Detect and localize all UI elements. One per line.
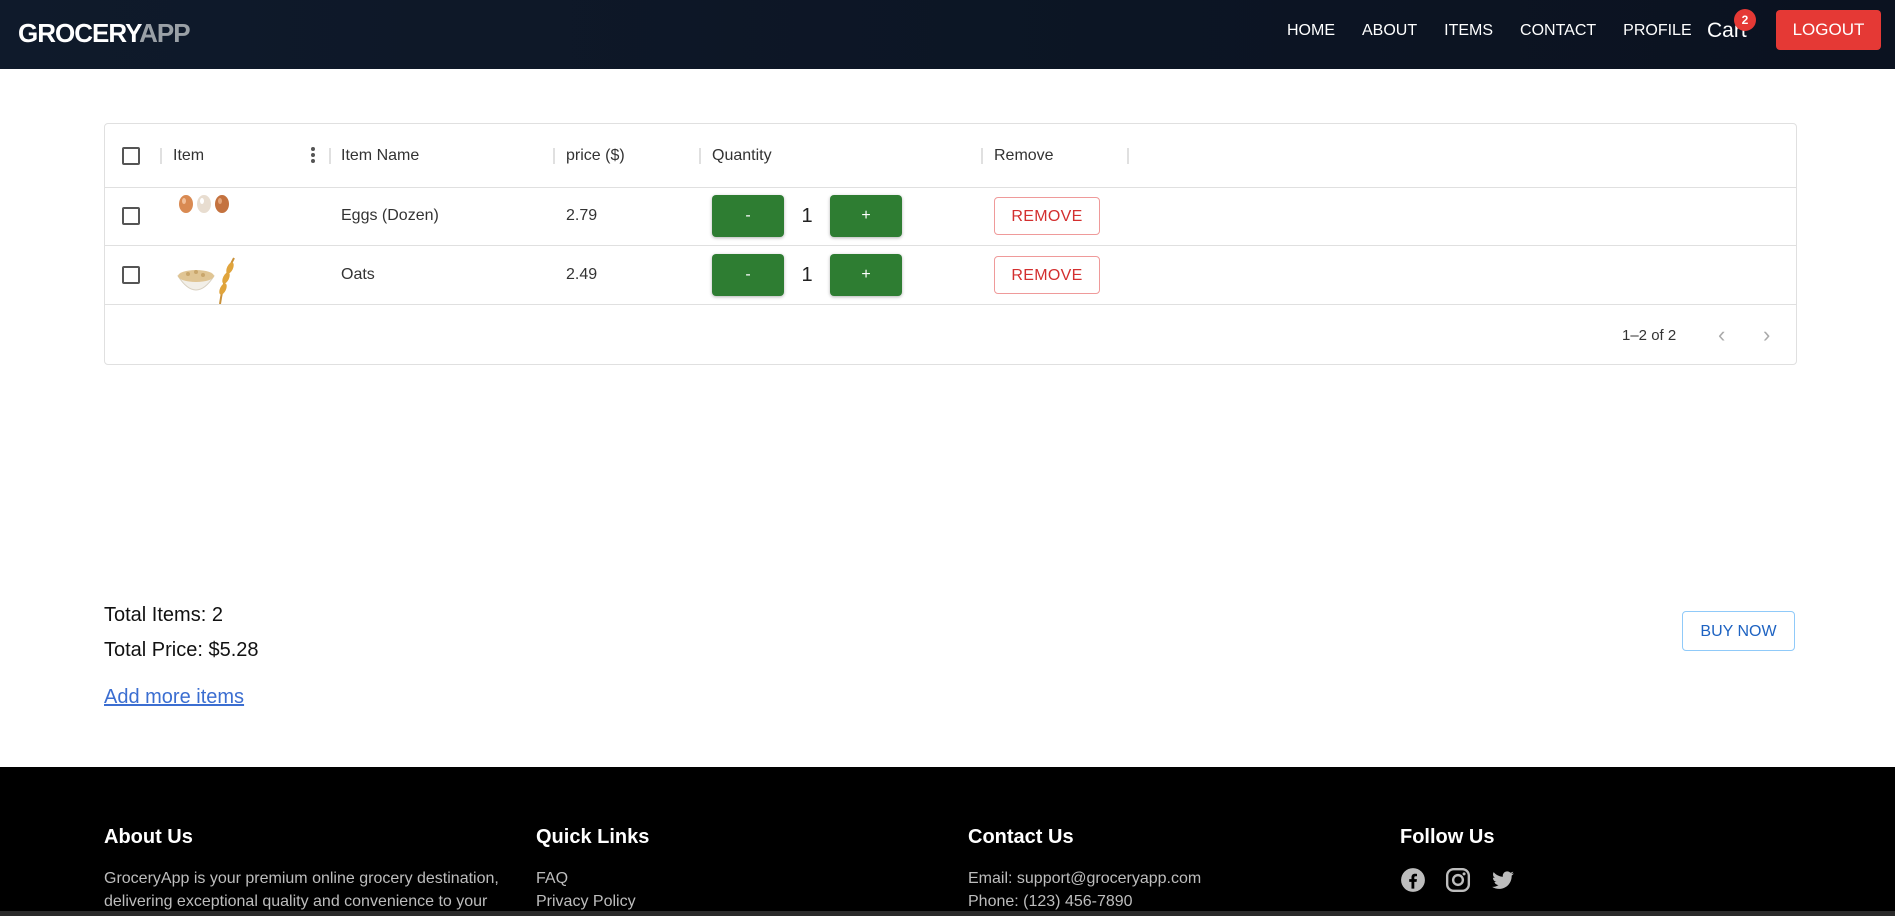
decrease-quantity-button[interactable]: - <box>712 195 784 237</box>
table-row[interactable]: Eggs (Dozen) 2.79 - 1 + REMOVE <box>105 187 1796 246</box>
oats-image-graphic <box>177 257 235 304</box>
row-select-cell <box>122 187 140 245</box>
nav-profile[interactable]: PROFILE <box>1623 21 1691 41</box>
twitter-icon[interactable] <box>1490 867 1516 898</box>
cart-summary: Total Items: 2 Total Price: $5.28 <box>104 604 259 674</box>
table-row[interactable]: Oats 2.49 - 1 + REMOVE <box>105 246 1796 305</box>
brand-part2: APP <box>139 18 190 48</box>
quantity-stepper: - 1 + <box>712 187 902 245</box>
social-icons <box>1400 867 1820 898</box>
footer-link-faq[interactable]: FAQ <box>536 867 956 890</box>
remove-item-button[interactable]: REMOVE <box>994 197 1100 235</box>
column-header-item-name[interactable]: Item Name <box>341 124 419 187</box>
select-all-checkbox[interactable] <box>122 146 140 165</box>
nav-contact[interactable]: CONTACT <box>1520 21 1596 41</box>
column-header-price[interactable]: price ($) <box>566 124 625 187</box>
quantity-value: 1 <box>801 204 813 227</box>
bottom-bar <box>0 911 1895 916</box>
quantity-value: 1 <box>801 263 813 286</box>
nav-about[interactable]: ABOUT <box>1362 21 1417 41</box>
increase-quantity-button[interactable]: + <box>830 254 902 296</box>
footer-follow: Follow Us <box>1400 826 1820 898</box>
eggs-image <box>177 187 237 249</box>
footer-about: About Us GroceryApp is your premium onli… <box>104 826 514 913</box>
eggs-image-graphic <box>179 195 229 213</box>
footer-contact-email: Email: support@groceryapp.com <box>968 870 1202 887</box>
column-separator[interactable] <box>981 148 983 164</box>
footer-link-privacy[interactable]: Privacy Policy <box>536 890 956 913</box>
column-separator[interactable] <box>1127 148 1129 164</box>
previous-page-icon[interactable]: ‹ <box>1718 324 1725 346</box>
grid-pagination: 1–2 of 2 ‹ › <box>105 307 1796 364</box>
top-navbar: GROCERYAPP HOME ABOUT ITEMS CONTACT PROF… <box>0 0 1895 69</box>
footer-contact-phone: Phone: (123) 456-7890 <box>968 893 1133 910</box>
logout-button[interactable]: LOGOUT <box>1776 10 1881 50</box>
pagination-text: 1–2 of 2 <box>1622 327 1677 344</box>
footer-links-title: Quick Links <box>536 826 650 848</box>
column-header-quantity[interactable]: Quantity <box>712 124 772 187</box>
column-separator[interactable] <box>699 148 701 164</box>
footer-about-title: About Us <box>104 826 193 848</box>
add-more-items-link[interactable]: Add more items <box>104 686 244 709</box>
next-page-icon[interactable]: › <box>1763 324 1770 346</box>
buy-now-button[interactable]: BUY NOW <box>1682 611 1795 651</box>
row-select-cell <box>122 246 140 304</box>
item-name: Eggs (Dozen) <box>341 207 439 224</box>
total-items: Total Items: 2 <box>104 604 223 626</box>
column-header-item[interactable]: Item <box>173 124 204 187</box>
column-header-remove[interactable]: Remove <box>994 124 1054 187</box>
site-footer: About Us GroceryApp is your premium onli… <box>0 767 1895 916</box>
remove-item-button[interactable]: REMOVE <box>994 256 1100 294</box>
remove-cell: REMOVE <box>994 246 1100 304</box>
column-separator[interactable] <box>553 148 555 164</box>
total-price: Total Price: $5.28 <box>104 639 259 661</box>
item-price: 2.79 <box>566 207 598 224</box>
decrease-quantity-button[interactable]: - <box>712 254 784 296</box>
nav-links: HOME ABOUT ITEMS CONTACT PROFILE <box>1287 21 1719 41</box>
footer-contact: Contact Us Email: support@groceryapp.com… <box>968 826 1388 913</box>
facebook-icon[interactable] <box>1400 867 1426 898</box>
nav-home[interactable]: HOME <box>1287 21 1335 41</box>
column-separator[interactable] <box>329 148 331 164</box>
cart-count-badge: 2 <box>1734 9 1756 31</box>
footer-quick-links: Quick Links FAQ Privacy Policy <box>536 826 956 913</box>
cart-data-grid: Item Item Name price ($) Quantity Remove… <box>104 123 1797 365</box>
row-checkbox[interactable] <box>122 207 140 225</box>
brand-logo[interactable]: GROCERYAPP <box>18 18 191 49</box>
grid-header: Item Item Name price ($) Quantity Remove <box>105 124 1796 188</box>
footer-contact-title: Contact Us <box>968 826 1074 848</box>
brand-part1: GROCERY <box>18 18 140 48</box>
instagram-icon[interactable] <box>1445 867 1471 898</box>
item-name: Oats <box>341 266 375 283</box>
select-all-cell <box>122 124 140 187</box>
increase-quantity-button[interactable]: + <box>830 195 902 237</box>
oats-image <box>176 246 240 304</box>
footer-about-text: GroceryApp is your premium online grocer… <box>104 870 499 910</box>
row-checkbox[interactable] <box>122 266 140 284</box>
quantity-stepper: - 1 + <box>712 246 902 304</box>
item-price: 2.49 <box>566 266 598 283</box>
nav-items[interactable]: ITEMS <box>1444 21 1493 41</box>
column-menu-icon[interactable] <box>311 147 315 165</box>
column-separator[interactable] <box>160 148 162 164</box>
footer-follow-title: Follow Us <box>1400 826 1495 848</box>
remove-cell: REMOVE <box>994 187 1100 245</box>
